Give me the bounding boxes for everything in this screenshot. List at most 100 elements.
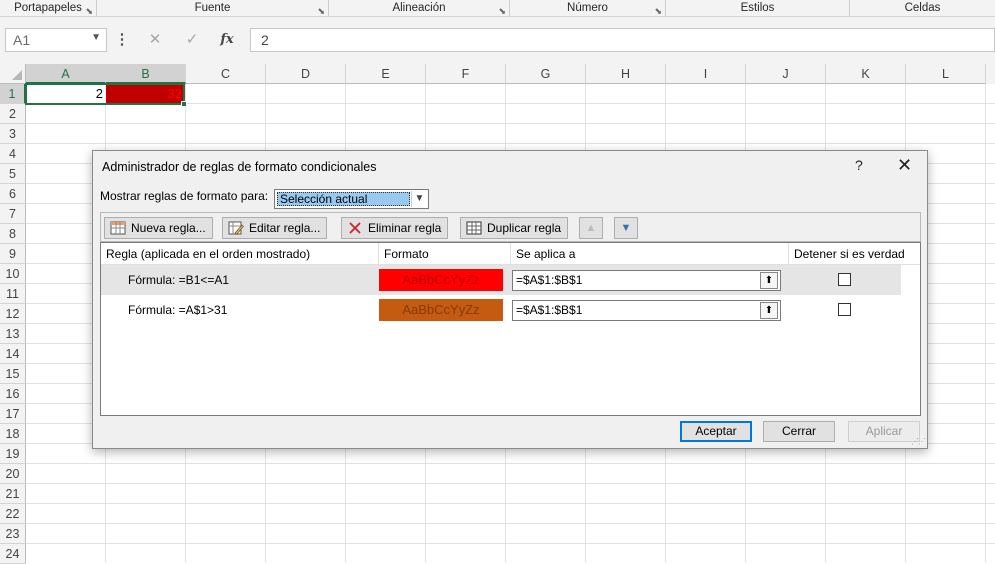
chevron-down-icon[interactable]: ▼: [411, 191, 427, 207]
rule-row[interactable]: Fórmula: =B1<=A1 AaBbCcYyZz =$A$1:$B$1 ⬆: [101, 265, 901, 295]
row-header-13[interactable]: 13: [0, 324, 26, 344]
applies-to-field[interactable]: =$A$1:$B$1 ⬆: [512, 270, 781, 291]
new-rule-button[interactable]: Nueva regla...: [104, 217, 213, 239]
column-header-g[interactable]: G: [506, 64, 586, 84]
edit-rule-button[interactable]: Editar regla...: [222, 217, 328, 239]
rule-row[interactable]: Fórmula: =A$1>31 AaBbCcYyZz =$A$1:$B$1 ⬆: [101, 295, 901, 325]
chevron-down-icon[interactable]: ▼: [91, 32, 101, 43]
formula-input[interactable]: 2: [250, 28, 995, 52]
row-header-12[interactable]: 12: [0, 304, 26, 324]
header-format: Formato: [379, 243, 511, 265]
row-header-14[interactable]: 14: [0, 344, 26, 364]
row-header-16[interactable]: 16: [0, 384, 26, 404]
ribbon-group-label: Portapapeles: [14, 2, 82, 14]
duplicate-rule-button[interactable]: Duplicar regla: [460, 217, 569, 239]
row-header-20[interactable]: 20: [0, 464, 26, 484]
applies-to-value: =$A$1:$B$1: [516, 273, 583, 287]
row-header-10[interactable]: 10: [0, 264, 26, 284]
column-header-a[interactable]: A: [26, 64, 106, 84]
row-header-7[interactable]: 7: [0, 204, 26, 224]
show-rules-label: Mostrar reglas de formato para:: [100, 189, 269, 203]
duplicate-rule-label: Duplicar regla: [487, 221, 562, 235]
ribbon-group-label: Número: [567, 2, 608, 14]
ribbon-group-label: Alineación: [392, 2, 446, 14]
name-box[interactable]: A1 ▼: [5, 28, 107, 52]
row-header-3[interactable]: 3: [0, 124, 26, 144]
formula-bar: A1 ▼ ⋮ ✕ ✓ fx 2: [0, 17, 995, 64]
delete-rule-button[interactable]: Eliminar regla: [341, 217, 449, 239]
ribbon-group-label: Celdas: [904, 2, 941, 14]
row-header-6[interactable]: 6: [0, 184, 26, 204]
column-header-e[interactable]: E: [346, 64, 426, 84]
column-header-i[interactable]: I: [666, 64, 746, 84]
ribbon-group-alineacion: Alineación ⬊: [329, 0, 510, 17]
ribbon-group-label: Estilos: [740, 2, 775, 14]
row-header-22[interactable]: 22: [0, 504, 26, 524]
row-header-5[interactable]: 5: [0, 164, 26, 184]
help-icon[interactable]: ?: [855, 157, 863, 173]
header-rule: Regla (aplicada en el orden mostrado): [101, 243, 379, 265]
duplicate-rule-icon: [466, 221, 482, 235]
selection-border: [25, 83, 185, 105]
apply-button[interactable]: Aplicar: [848, 421, 920, 442]
row-header-8[interactable]: 8: [0, 224, 26, 244]
column-header-k[interactable]: K: [826, 64, 906, 84]
row-header-15[interactable]: 15: [0, 364, 26, 384]
row-header-1[interactable]: 1: [0, 84, 26, 104]
column-header-c[interactable]: C: [186, 64, 266, 84]
rules-header: Regla (aplicada en el orden mostrado) Fo…: [101, 243, 920, 265]
cancel-icon[interactable]: ✕: [142, 28, 168, 52]
stop-if-true-checkbox[interactable]: [838, 273, 851, 286]
move-down-icon[interactable]: ▼: [614, 217, 638, 239]
cancel-button[interactable]: Cerrar: [763, 421, 835, 442]
column-header-h[interactable]: H: [586, 64, 666, 84]
row-header-4[interactable]: 4: [0, 144, 26, 164]
dialog-title: Administrador de reglas de formato condi…: [102, 160, 377, 174]
insert-function-icon[interactable]: fx: [214, 28, 240, 52]
ribbon-groups-bar: Portapapeles ⬊ Fuente ⬊ Alineación ⬊ Núm…: [0, 0, 995, 17]
edit-rule-label: Editar regla...: [249, 221, 321, 235]
header-stop-if-true: Detener si es verdad: [794, 247, 905, 261]
format-preview: AaBbCcYyZz: [379, 269, 503, 291]
rule-label: Fórmula: =A$1>31: [128, 303, 228, 317]
delete-icon: [349, 222, 361, 234]
new-rule-icon: [110, 221, 126, 235]
row-header-9[interactable]: 9: [0, 244, 26, 264]
column-header-j[interactable]: J: [746, 64, 826, 84]
ok-button[interactable]: Aceptar: [680, 421, 752, 442]
range-picker-icon[interactable]: ⬆: [760, 272, 778, 289]
row-header-19[interactable]: 19: [0, 444, 26, 464]
applies-to-value: =$A$1:$B$1: [516, 303, 583, 317]
row-header-17[interactable]: 17: [0, 404, 26, 424]
row-header-21[interactable]: 21: [0, 484, 26, 504]
show-rules-select[interactable]: Selección actual ▼: [274, 189, 429, 209]
column-header-f[interactable]: F: [426, 64, 506, 84]
close-icon[interactable]: ✕: [897, 155, 912, 176]
more-icon[interactable]: ⋮: [109, 28, 135, 52]
row-header-11[interactable]: 11: [0, 284, 26, 304]
ribbon-group-fuente: Fuente ⬊: [97, 0, 329, 17]
column-header-l[interactable]: L: [906, 64, 986, 84]
fill-handle[interactable]: [181, 101, 187, 107]
move-up-icon[interactable]: ▲: [579, 217, 603, 239]
range-picker-icon[interactable]: ⬆: [760, 302, 778, 319]
stop-if-true-checkbox[interactable]: [838, 303, 851, 316]
row-header-18[interactable]: 18: [0, 424, 26, 444]
format-preview: AaBbCcYyZz: [379, 299, 503, 321]
ribbon-group-label: Fuente: [194, 2, 231, 14]
ribbon-group-numero: Número ⬊: [510, 0, 666, 17]
conditional-formatting-dialog: Administrador de reglas de formato condi…: [92, 150, 928, 449]
rules-toolbar: Nueva regla... Editar regla... Eliminar …: [100, 212, 921, 242]
delete-rule-label: Eliminar regla: [368, 221, 442, 235]
show-rules-value: Selección actual: [277, 192, 410, 206]
select-all-button[interactable]: [0, 64, 26, 84]
row-header-2[interactable]: 2: [0, 104, 26, 124]
rule-label: Fórmula: =B1<=A1: [128, 273, 230, 287]
column-header-d[interactable]: D: [266, 64, 346, 84]
column-header-b[interactable]: B: [106, 64, 186, 84]
row-header-24[interactable]: 24: [0, 544, 26, 564]
resize-grip-icon[interactable]: ⋰⋰: [911, 437, 926, 446]
enter-icon[interactable]: ✓: [179, 28, 205, 52]
row-header-23[interactable]: 23: [0, 524, 26, 544]
applies-to-field[interactable]: =$A$1:$B$1 ⬆: [512, 300, 781, 321]
